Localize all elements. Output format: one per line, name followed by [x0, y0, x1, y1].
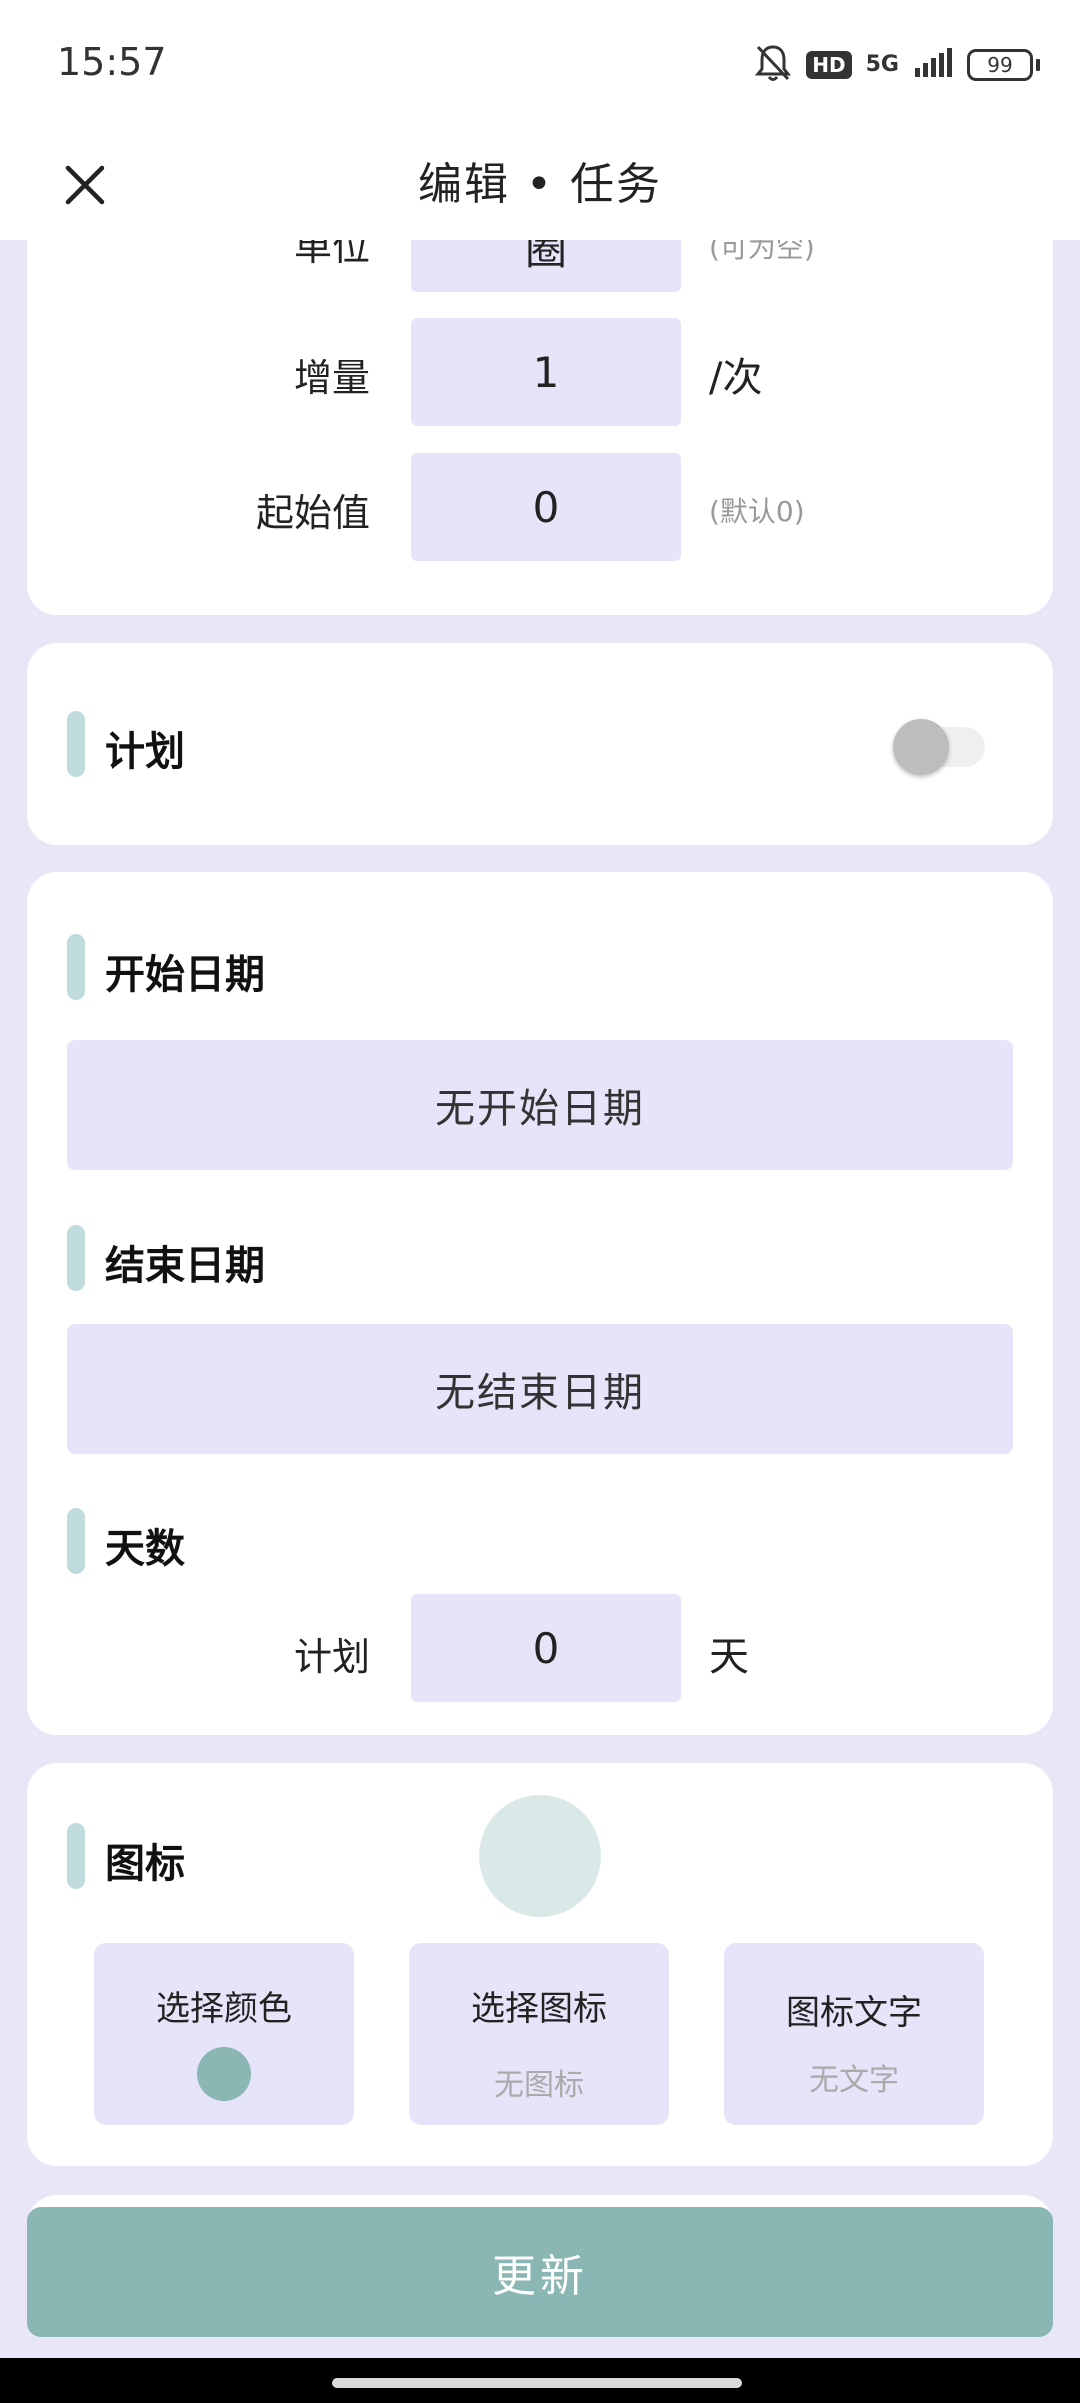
top-app-bar: 编辑 • 任务 — [0, 120, 1080, 240]
increment-suffix: /次 — [709, 355, 763, 401]
plan-toggle[interactable] — [893, 719, 985, 775]
plan-card: 计划 — [27, 643, 1053, 845]
days-input[interactable]: 0 — [411, 1594, 681, 1702]
signal-icon — [913, 48, 953, 82]
home-indicator[interactable] — [332, 2378, 742, 2388]
start-value-input[interactable]: 0 — [411, 453, 681, 561]
date-card: 开始日期 无开始日期 结束日期 无结束日期 天数 计划 0 天 — [27, 872, 1053, 1735]
color-swatch — [197, 2047, 251, 2101]
battery-level: 99 — [967, 49, 1033, 81]
section-marker — [67, 1508, 85, 1574]
section-marker — [67, 1823, 85, 1889]
start-value-hint: (默认0) — [709, 495, 805, 528]
end-date-title: 结束日期 — [105, 1243, 265, 1289]
choose-icon-value: 无图标 — [494, 2068, 584, 2103]
section-marker — [67, 1225, 85, 1291]
increment-label: 增量 — [293, 356, 370, 400]
section-marker — [67, 934, 85, 1000]
icon-title: 图标 — [105, 1841, 185, 1887]
status-icons: HD 5G 99 — [754, 40, 1040, 90]
icon-text-value: 无文字 — [809, 2063, 899, 2098]
start-value-label: 起始值 — [255, 491, 370, 535]
plan-title: 计划 — [105, 729, 185, 775]
status-time: 15:57 — [57, 40, 167, 84]
icon-text-label: 图标文字 — [786, 1993, 922, 2033]
page-title: 编辑 • 任务 — [418, 159, 662, 210]
icon-text-button[interactable]: 图标文字 无文字 — [724, 1943, 984, 2125]
bell-muted-icon — [754, 43, 792, 87]
counter-card: 单位 圈 (可为空) 增量 1 /次 起始值 0 (默认0) — [27, 180, 1053, 615]
navigation-bar — [0, 2358, 1080, 2403]
choose-color-button[interactable]: 选择颜色 — [94, 1943, 354, 2125]
days-label: 计划 — [293, 1635, 370, 1679]
section-marker — [67, 711, 85, 777]
network-label: 5G — [865, 52, 899, 77]
battery-icon: 99 — [967, 49, 1040, 81]
choose-color-label: 选择颜色 — [156, 1989, 292, 2029]
end-date-picker[interactable]: 无结束日期 — [67, 1324, 1013, 1454]
days-unit: 天 — [709, 1634, 749, 1680]
toggle-knob — [893, 719, 949, 775]
status-bar: 15:57 HD 5G 99 — [0, 0, 1080, 120]
hd-badge: HD — [806, 51, 852, 79]
icon-preview — [479, 1795, 601, 1917]
increment-input[interactable]: 1 — [411, 318, 681, 426]
days-title: 天数 — [105, 1526, 185, 1572]
icon-card: 图标 选择颜色 选择图标 无图标 图标文字 无文字 — [27, 1763, 1053, 2166]
start-date-picker[interactable]: 无开始日期 — [67, 1040, 1013, 1170]
start-date-title: 开始日期 — [105, 952, 265, 998]
choose-icon-label: 选择图标 — [471, 1989, 607, 2029]
update-button[interactable]: 更新 — [27, 2207, 1053, 2337]
choose-icon-button[interactable]: 选择图标 无图标 — [409, 1943, 669, 2125]
